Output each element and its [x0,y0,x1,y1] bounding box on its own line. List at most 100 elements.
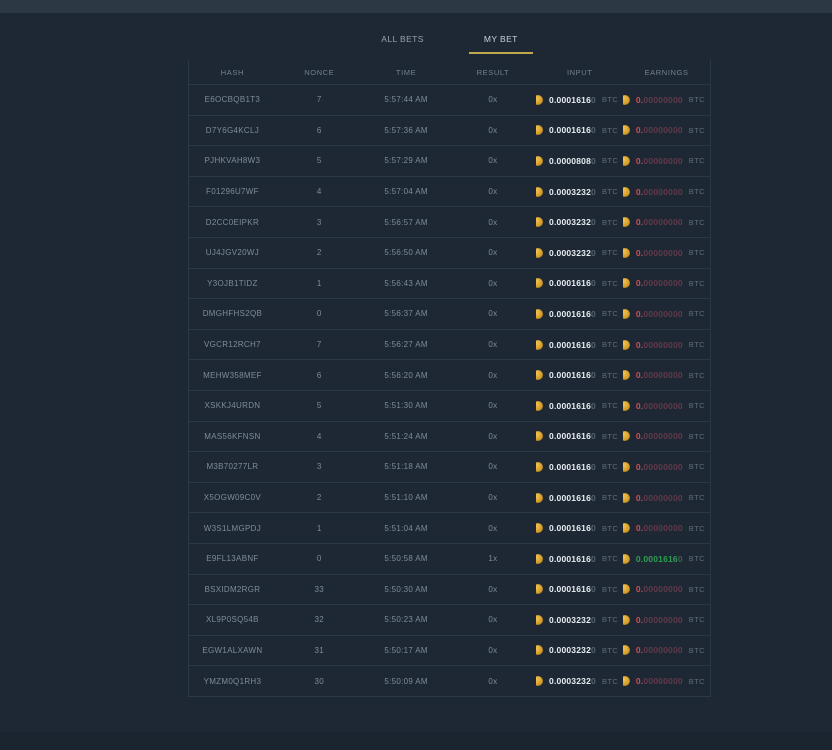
tab-my-bet[interactable]: MY BET [469,28,533,54]
btc-coin-icon [623,187,630,197]
bet-nonce: 33 [276,585,363,594]
bet-row[interactable]: W3S1LMGPDJ15:51:04 AM0x0.00016160BTC0.00… [189,513,710,544]
bet-time: 5:56:37 AM [363,309,450,318]
bet-hash: M3B70277LR [189,462,276,471]
bet-input-value: 0.00016160 [549,523,596,533]
bet-row[interactable]: D2CC0EIPKR35:56:57 AM0x0.00032320BTC0.00… [189,207,710,238]
bet-nonce: 1 [276,524,363,533]
bet-nonce: 5 [276,401,363,410]
bet-row[interactable]: UJ4JGV20WJ25:56:50 AM0x0.00032320BTC0.00… [189,238,710,269]
bet-row[interactable]: D7Y6G4KCLJ65:57:36 AM0x0.00016160BTC0.00… [189,116,710,147]
bet-earnings-value: 0.00016160 [636,554,683,564]
btc-coin-icon [536,248,543,258]
btc-coin-icon [536,187,543,197]
bet-row[interactable]: MEHW358MEF65:56:20 AM0x0.00016160BTC0.00… [189,360,710,391]
btc-coin-icon [623,676,630,686]
currency-label: BTC [602,156,618,165]
bet-row[interactable]: X5OGW09C0V25:51:10 AM0x0.00016160BTC0.00… [189,483,710,514]
bet-row[interactable]: PJHKVAH8W355:57:29 AM0x0.00008080BTC0.00… [189,146,710,177]
bet-result: 0x [450,371,537,380]
bet-earnings: 0.00000000BTC [623,584,710,594]
bet-time: 5:57:29 AM [363,156,450,165]
bet-earnings-value: 0.00000000 [636,278,683,288]
bet-input-value: 0.00016160 [549,462,596,472]
currency-label: BTC [689,156,705,165]
bet-result: 0x [450,187,537,196]
bet-input-value: 0.00032320 [549,248,596,258]
bet-earnings: 0.00000000BTC [623,401,710,411]
btc-coin-icon [536,554,543,564]
bet-nonce: 3 [276,218,363,227]
currency-label: BTC [689,554,705,563]
bet-input: 0.00016160BTC [536,462,623,472]
bet-earnings: 0.00000000BTC [623,493,710,503]
bet-hash: MEHW358MEF [189,371,276,380]
bet-earnings-value: 0.00000000 [636,125,683,135]
bet-nonce: 6 [276,126,363,135]
bets-table: HASHNONCETIMERESULTINPUTEARNINGS E6OCBQB… [188,60,711,697]
bet-earnings: 0.00000000BTC [623,431,710,441]
btc-coin-icon [623,523,630,533]
bet-input: 0.00032320BTC [536,248,623,258]
bet-row[interactable]: E9FL13ABNF05:50:58 AM1x0.00016160BTC0.00… [189,544,710,575]
currency-label: BTC [602,524,618,533]
bet-result: 0x [450,279,537,288]
currency-label: BTC [689,187,705,196]
bet-earnings-value: 0.00000000 [636,248,683,258]
bet-nonce: 32 [276,615,363,624]
currency-label: BTC [689,615,705,624]
bet-time: 5:56:57 AM [363,218,450,227]
bet-result: 0x [450,493,537,502]
bet-nonce: 1 [276,279,363,288]
bet-hash: MAS56KFNSN [189,432,276,441]
btc-coin-icon [623,615,630,625]
bet-row[interactable]: F01296U7WF45:57:04 AM0x0.00032320BTC0.00… [189,177,710,208]
column-header-earnings: EARNINGS [623,68,710,77]
table-body: E6OCBQB1T375:57:44 AM0x0.00016160BTC0.00… [189,85,710,697]
btc-coin-icon [536,217,543,227]
bet-row[interactable]: YMZM0Q1RH3305:50:09 AM0x0.00032320BTC0.0… [189,666,710,697]
currency-label: BTC [689,646,705,655]
bet-nonce: 7 [276,95,363,104]
bet-hash: F01296U7WF [189,187,276,196]
bet-hash: E9FL13ABNF [189,554,276,563]
bet-row[interactable]: BSXIDM2RGR335:50:30 AM0x0.00016160BTC0.0… [189,575,710,606]
currency-label: BTC [689,524,705,533]
bet-input: 0.00032320BTC [536,645,623,655]
bet-row[interactable]: M3B70277LR35:51:18 AM0x0.00016160BTC0.00… [189,452,710,483]
bet-time: 5:51:24 AM [363,432,450,441]
currency-label: BTC [689,279,705,288]
btc-coin-icon [536,156,543,166]
currency-label: BTC [602,279,618,288]
bet-input: 0.00016160 BTC [536,125,623,135]
bet-input: 0.00032320BTC [536,187,623,197]
bet-row[interactable]: MAS56KFNSN45:51:24 AM0x0.00016160BTC0.00… [189,422,710,453]
bet-result: 0x [450,677,537,686]
bet-row[interactable]: XSKKJ4URDN55:51:30 AM0x0.00016160BTC0.00… [189,391,710,422]
currency-label: BTC [602,126,618,135]
bet-input-value: 0.00032320 [549,615,596,625]
currency-label: BTC [602,585,618,594]
bet-input: 0.00016160BTC [536,309,623,319]
tabs: ALL BETS MY BET [188,28,711,54]
bet-earnings: 0.00000000BTC [623,187,710,197]
btc-coin-icon [623,554,630,564]
bet-time: 5:57:04 AM [363,187,450,196]
btc-coin-icon [623,431,630,441]
bet-row[interactable]: EGW1ALXAWN315:50:17 AM0x0.00032320BTC0.0… [189,636,710,667]
bet-input-value: 0.00016160 [549,125,596,135]
bet-row[interactable]: E6OCBQB1T375:57:44 AM0x0.00016160BTC0.00… [189,85,710,116]
tab-all-bets[interactable]: ALL BETS [366,28,439,54]
bet-input: 0.00032320BTC [536,615,623,625]
currency-label: BTC [602,677,618,686]
bet-row[interactable]: VGCR12RCH775:56:27 AM0x0.00016160BTC0.00… [189,330,710,361]
bet-row[interactable]: DMGHFHS2QB05:56:37 AM0x0.00016160BTC0.00… [189,299,710,330]
bet-result: 0x [450,585,537,594]
column-header-input: INPUT [536,68,623,77]
bet-earnings-value: 0.00000000 [636,615,683,625]
bet-row[interactable]: Y3OJB1TIDZ15:56:43 AM0x0.00016160BTC0.00… [189,269,710,300]
bet-input-value: 0.00016160 [549,278,596,288]
bet-row[interactable]: XL9P0SQ54B325:50:23 AM0x0.00032320BTC0.0… [189,605,710,636]
bet-time: 5:50:30 AM [363,585,450,594]
bet-earnings: 0.00000000BTC [623,645,710,655]
